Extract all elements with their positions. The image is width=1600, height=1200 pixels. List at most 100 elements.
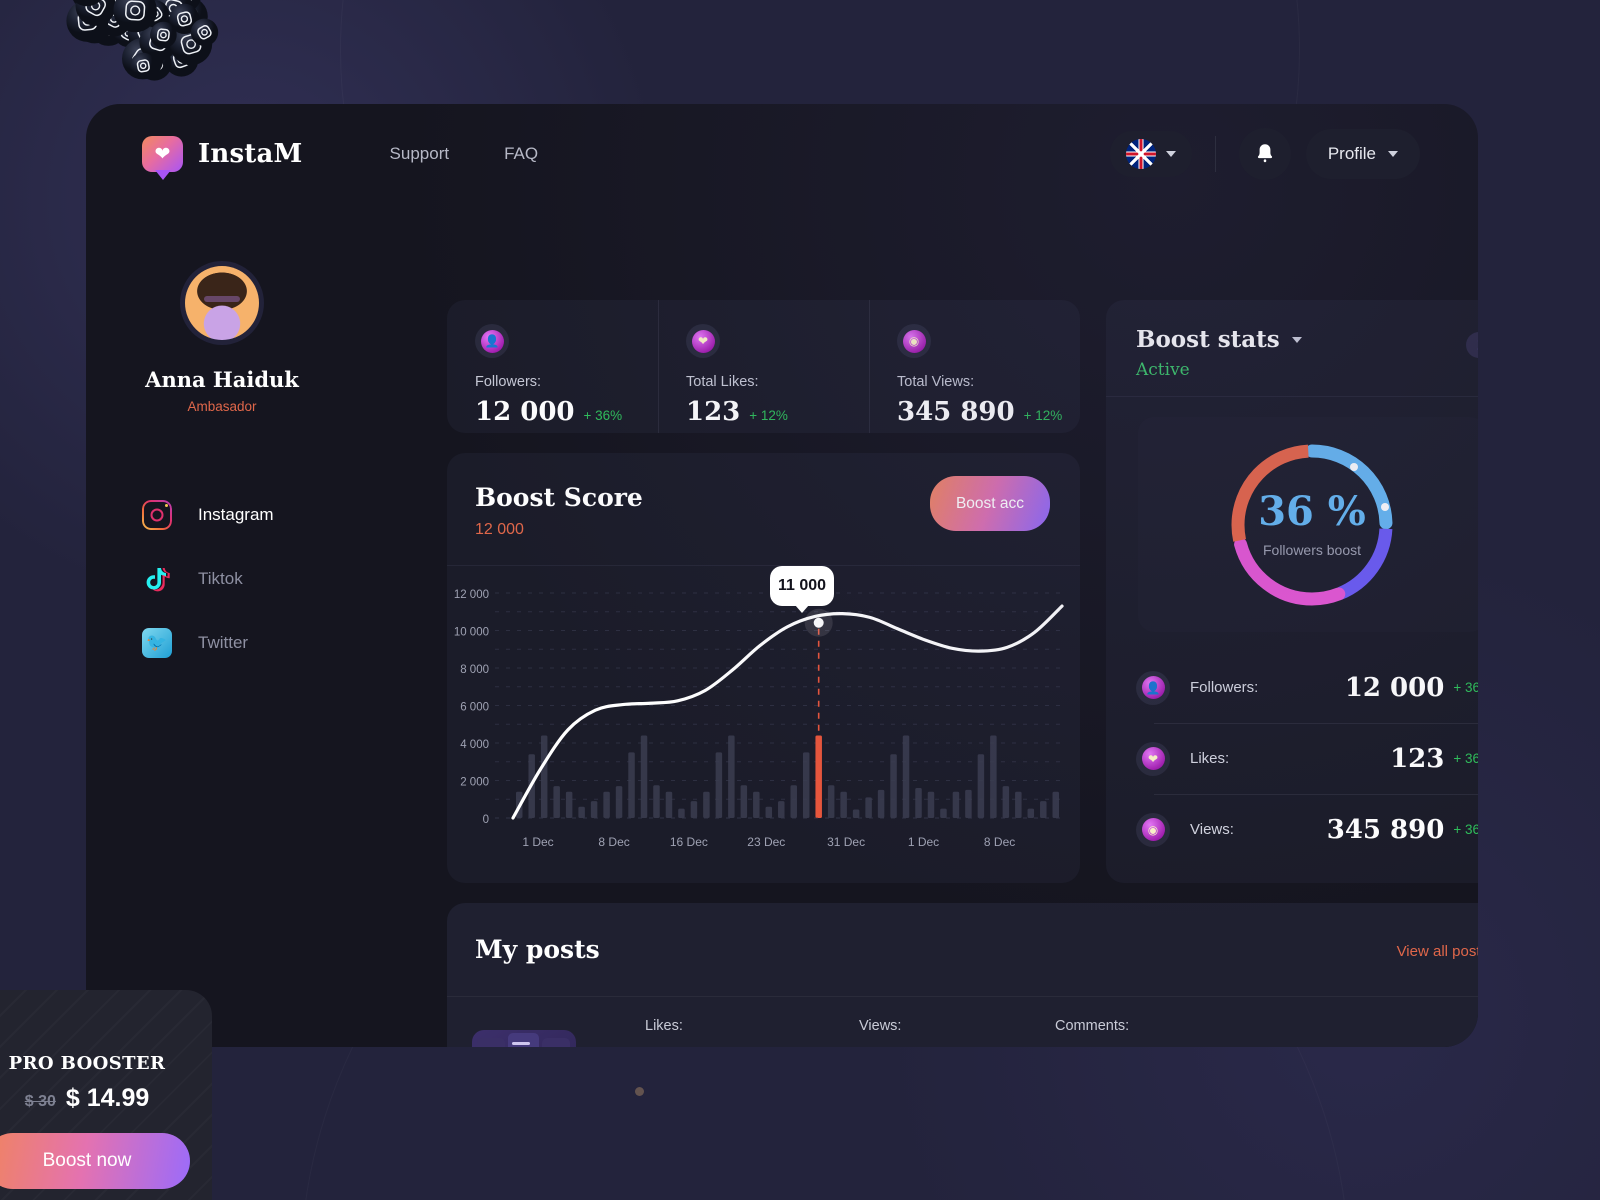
stat-card-followers: 👤 Followers: 12 000 + 36% bbox=[447, 300, 658, 433]
svg-text:8 000: 8 000 bbox=[460, 664, 489, 676]
svg-text:8 Dec: 8 Dec bbox=[984, 835, 1015, 849]
row-label: Followers: bbox=[1190, 679, 1259, 696]
row-delta: + 36% bbox=[1453, 751, 1478, 766]
notifications-button[interactable] bbox=[1238, 128, 1291, 180]
toolbar-divider bbox=[1214, 136, 1216, 172]
sidebar-item-label: Instagram bbox=[198, 505, 274, 524]
svg-text:8 Dec: 8 Dec bbox=[598, 835, 629, 849]
heart-notification-icon: ❤ bbox=[142, 136, 183, 180]
promo-price-new: $ 14.99 bbox=[65, 1084, 150, 1112]
brand-logo[interactable]: ❤ InstaM bbox=[142, 136, 303, 180]
boost-stats-title: Boost stats bbox=[1136, 326, 1280, 353]
svg-text:1 Dec: 1 Dec bbox=[908, 835, 939, 849]
stat-label: Total Views: bbox=[897, 374, 975, 390]
row-delta: + 36% bbox=[1453, 680, 1478, 695]
page-title: My posts bbox=[475, 935, 600, 964]
stat-delta: + 12% bbox=[749, 408, 788, 423]
row-delta: + 36% bbox=[1453, 822, 1478, 837]
post-row: Likes: 12 000 Views: 123 Comments: 345 8… bbox=[447, 996, 1478, 1047]
sidebar-item-twitter[interactable]: 🐦 Twitter bbox=[142, 611, 358, 675]
chart-tooltip: 11 000 bbox=[770, 566, 834, 606]
svg-text:31 Dec: 31 Dec bbox=[827, 835, 865, 849]
main-content: 👤 Followers: 12 000 + 36% ❤ Total Likes:… bbox=[358, 204, 1478, 1047]
post-thumbnail-art bbox=[477, 1033, 570, 1047]
top-bar-actions: Profile bbox=[1109, 128, 1420, 180]
stat-delta: + 12% bbox=[1023, 408, 1063, 423]
boost-stats-panel: Boost stats Active ! bbox=[1106, 300, 1478, 883]
boost-now-button[interactable]: Boost now bbox=[0, 1133, 190, 1189]
instagram-balls-illustration bbox=[66, 0, 219, 81]
post-col-comments: Comments: 345 890 bbox=[1055, 1018, 1177, 1047]
chevron-down-icon bbox=[1165, 151, 1176, 157]
boost-stat-row-followers: 👤 Followers: 12 000 + 36% bbox=[1136, 652, 1478, 723]
boost-stat-row-views: ◉ Views: 345 890 + 36% bbox=[1136, 794, 1478, 865]
svg-text:16 Dec: 16 Dec bbox=[670, 835, 708, 849]
pro-booster-promo-card: PRO BOOSTER $ 30 $ 14.99 Boost now bbox=[0, 990, 212, 1200]
donut-percent: 36 % bbox=[1258, 487, 1366, 535]
svg-text:4 000: 4 000 bbox=[460, 739, 489, 751]
avatar-image bbox=[185, 266, 259, 340]
row-value: 12 000 bbox=[1344, 672, 1445, 703]
svg-text:10 000: 10 000 bbox=[454, 627, 489, 639]
profile-role: Ambasador bbox=[187, 399, 257, 414]
tiktok-icon bbox=[142, 564, 172, 594]
avatar[interactable] bbox=[180, 261, 264, 345]
instagram-icon bbox=[142, 500, 172, 530]
nav-item-faq[interactable]: FAQ bbox=[504, 144, 538, 164]
followers-boost-donut: 36 % Followers boost bbox=[1138, 417, 1478, 632]
sidebar-item-label: Tiktok bbox=[198, 569, 243, 588]
language-selector[interactable] bbox=[1109, 131, 1192, 177]
post-thumbnail[interactable] bbox=[472, 1030, 576, 1047]
stat-value: 345 890 bbox=[897, 397, 1015, 427]
top-bar: ❤ InstaM Support FAQ Profile bbox=[86, 104, 1478, 204]
sidebar: Anna Haiduk Ambasador Instagram Tiktok 🐦… bbox=[86, 204, 358, 1047]
stat-delta: + 36% bbox=[583, 408, 623, 423]
boost-stats-header: Boost stats Active bbox=[1106, 300, 1478, 380]
row-label: Likes: bbox=[1190, 750, 1230, 767]
view-all-posts-link[interactable]: View all posts bbox=[1397, 943, 1478, 960]
user-icon: 👤 bbox=[475, 324, 509, 358]
my-posts-header: My posts bbox=[447, 903, 1478, 964]
stat-label: Followers: bbox=[475, 374, 542, 390]
promo-price: $ 30 $ 14.99 bbox=[0, 1084, 212, 1113]
chart-canvas: 12 000 10 000 8 000 6 000 4 000 2 000 0 1 Dec 8 … bbox=[454, 589, 1064, 849]
svg-text:6 000: 6 000 bbox=[460, 702, 489, 714]
my-posts-card: My posts View all posts bbox=[447, 903, 1478, 1047]
brand-name: InstaM bbox=[198, 139, 303, 169]
twitter-icon: 🐦 bbox=[142, 628, 172, 658]
stat-value: 12 000 bbox=[475, 397, 575, 427]
eye-icon: ◉ bbox=[1136, 812, 1170, 847]
profile-menu-button[interactable]: Profile bbox=[1305, 129, 1420, 179]
boost-status-badge: Active bbox=[1136, 360, 1190, 380]
social-network-list: Instagram Tiktok 🐦 Twitter bbox=[86, 483, 358, 675]
svg-text:2 000: 2 000 bbox=[460, 777, 489, 789]
eye-icon: ◉ bbox=[897, 324, 931, 358]
boost-stats-rows: 👤 Followers: 12 000 + 36% ❤ Likes: 123 +… bbox=[1136, 652, 1478, 865]
svg-text:0: 0 bbox=[483, 814, 489, 826]
boost-score-chart[interactable]: 11 000 12 000 10 000 8 000 6 000 4 000 2 000 0… bbox=[447, 565, 1080, 883]
svg-text:23 Dec: 23 Dec bbox=[747, 835, 785, 849]
svg-text:12 000: 12 000 bbox=[454, 589, 489, 601]
summary-stats: 👤 Followers: 12 000 + 36% ❤ Total Likes:… bbox=[447, 300, 1080, 433]
svg-text:1 Dec: 1 Dec bbox=[522, 835, 553, 849]
panel-divider bbox=[1106, 396, 1478, 397]
row-label: Views: bbox=[1190, 821, 1234, 838]
uk-flag-icon bbox=[1125, 139, 1156, 169]
post-comments-label: Comments: bbox=[1055, 1018, 1130, 1034]
row-value: 345 890 bbox=[1326, 814, 1445, 845]
chevron-down-icon[interactable] bbox=[1291, 336, 1302, 343]
sidebar-item-tiktok[interactable]: Tiktok bbox=[142, 547, 358, 611]
heart-icon: ❤ bbox=[686, 324, 720, 358]
heart-icon: ❤ bbox=[1136, 741, 1170, 776]
boost-stat-row-likes: ❤ Likes: 123 + 36% bbox=[1136, 723, 1478, 794]
app-window: ❤ InstaM Support FAQ Profile Anna Haiduk… bbox=[86, 104, 1478, 1047]
post-likes-label: Likes: bbox=[645, 1018, 683, 1034]
boost-acc-button[interactable]: Boost acc bbox=[930, 476, 1050, 531]
stat-label: Total Likes: bbox=[686, 374, 759, 390]
donut-caption: Followers boost bbox=[1262, 541, 1362, 558]
promo-price-old: $ 30 bbox=[24, 1093, 56, 1110]
nav-item-support[interactable]: Support bbox=[390, 144, 450, 164]
bell-icon bbox=[1257, 144, 1272, 163]
sidebar-item-instagram[interactable]: Instagram bbox=[142, 483, 358, 547]
profile-menu-label: Profile bbox=[1327, 144, 1376, 163]
